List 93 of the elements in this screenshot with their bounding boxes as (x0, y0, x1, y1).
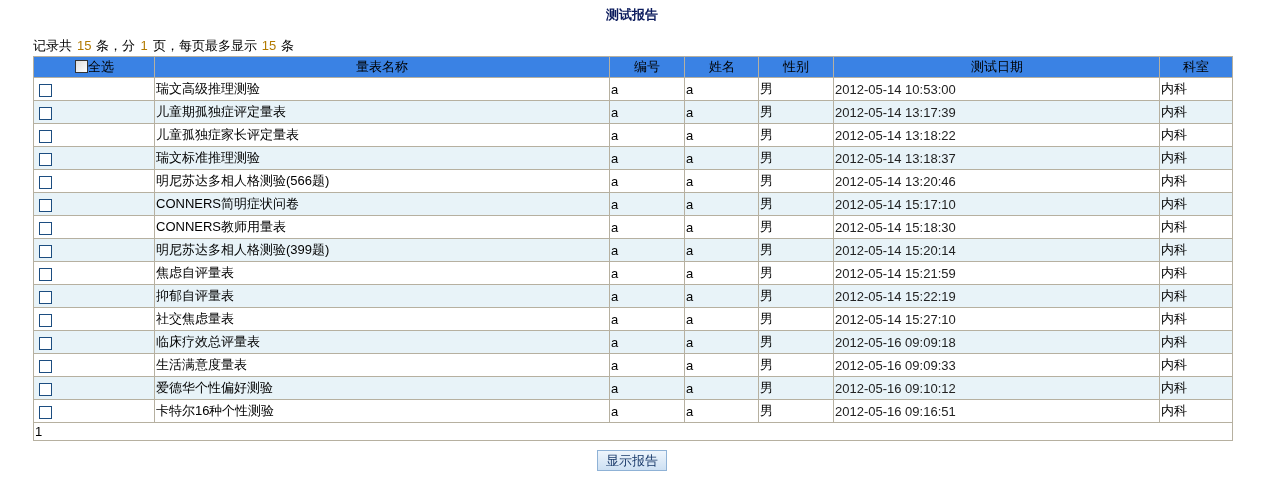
table-cell: a (609, 261, 685, 285)
page-title: 测试报告 (605, 6, 659, 24)
table-cell: 2012-05-16 09:09:18 (833, 330, 1160, 354)
checkbox[interactable] (39, 198, 52, 212)
summary-text: 页，每页最多显示 (152, 38, 257, 53)
table-cell: 2012-05-14 15:20:14 (833, 238, 1160, 262)
table-cell: 2012-05-16 09:16:51 (833, 399, 1160, 423)
table-cell: 内科 (1159, 353, 1233, 377)
record-count: 15 (77, 38, 92, 53)
table-cell: 社交焦虑量表 (154, 307, 610, 331)
table-cell: 2012-05-14 10:53:00 (833, 77, 1160, 101)
table-cell: 2012-05-14 15:21:59 (833, 261, 1160, 285)
table-cell: a (684, 169, 759, 193)
table-cell: 2012-05-14 15:22:19 (833, 284, 1160, 308)
table-cell: a (609, 169, 685, 193)
table-cell: CONNERS教师用量表 (154, 215, 610, 239)
checkbox[interactable] (39, 106, 52, 120)
column-header: 姓名 (684, 56, 759, 78)
table-cell: 男 (758, 169, 834, 193)
table-cell: a (609, 307, 685, 331)
table-cell: 男 (758, 353, 834, 377)
table-cell: a (684, 399, 759, 423)
table-cell: a (609, 353, 685, 377)
table-cell: 抑郁自评量表 (154, 284, 610, 308)
table-cell: 瑞文高级推理测验 (154, 77, 610, 101)
table-cell: 男 (758, 123, 834, 147)
table-cell: 瑞文标准推理测验 (154, 146, 610, 170)
table-cell: 男 (758, 307, 834, 331)
table-cell: a (684, 123, 759, 147)
checkbox[interactable] (39, 359, 52, 373)
checkbox[interactable] (39, 221, 52, 235)
summary-text: 条，分 (96, 38, 136, 53)
table-cell: CONNERS简明症状问卷 (154, 192, 610, 216)
table-cell: 生活满意度量表 (154, 353, 610, 377)
table-cell: a (684, 353, 759, 377)
table-cell: 内科 (1159, 307, 1233, 331)
table-cell: 男 (758, 399, 834, 423)
table-cell: 内科 (1159, 215, 1233, 239)
column-header: 测试日期 (833, 56, 1160, 78)
column-header: 量表名称 (154, 56, 610, 78)
table-cell: 明尼苏达多相人格测验(399题) (154, 238, 610, 262)
table-cell: 2012-05-14 15:18:30 (833, 215, 1160, 239)
summary-text: 条 (281, 38, 295, 53)
table-cell: 2012-05-14 13:18:37 (833, 146, 1160, 170)
table-cell: 男 (758, 261, 834, 285)
table-cell: 爱德华个性偏好测验 (154, 376, 610, 400)
table-cell: 卡特尔16种个性测验 (154, 399, 610, 423)
summary-text: 记录共 (33, 38, 72, 53)
table-cell: 2012-05-14 13:18:22 (833, 123, 1160, 147)
table-cell: a (609, 215, 685, 239)
checkbox[interactable] (39, 382, 52, 396)
table-cell: a (609, 123, 685, 147)
page-size: 15 (261, 38, 277, 53)
checkbox[interactable] (39, 175, 52, 189)
table-cell: 内科 (1159, 77, 1233, 101)
table-cell: a (684, 215, 759, 239)
table-cell: 2012-05-16 09:09:33 (833, 353, 1160, 377)
table-cell: 2012-05-16 09:10:12 (833, 376, 1160, 400)
checkbox[interactable] (39, 267, 52, 281)
show-report-button[interactable]: 显示报告 (597, 450, 667, 471)
table-cell: 儿童期孤独症评定量表 (154, 100, 610, 124)
table-cell: 临床疗效总评量表 (154, 330, 610, 354)
table-cell: 2012-05-14 15:17:10 (833, 192, 1160, 216)
table-cell: 焦虑自评量表 (154, 261, 610, 285)
table-cell: 内科 (1159, 261, 1233, 285)
page-link[interactable]: 1 (35, 424, 43, 439)
table-cell: 男 (758, 215, 834, 239)
table-cell: 2012-05-14 15:27:10 (833, 307, 1160, 331)
table-cell: a (684, 307, 759, 331)
column-header: 科室 (1159, 56, 1233, 78)
table-cell: 儿童孤独症家长评定量表 (154, 123, 610, 147)
table-cell: a (684, 261, 759, 285)
checkbox[interactable] (39, 336, 52, 350)
column-header: 性别 (758, 56, 834, 78)
table-cell: 2012-05-14 13:20:46 (833, 169, 1160, 193)
table-cell: 内科 (1159, 399, 1233, 423)
checkbox[interactable] (39, 129, 52, 143)
table-cell: a (609, 399, 685, 423)
checkbox[interactable] (39, 152, 52, 166)
checkbox[interactable] (39, 405, 52, 419)
checkbox[interactable] (39, 313, 52, 327)
table-cell: 男 (758, 77, 834, 101)
table-cell: 明尼苏达多相人格测验(566题) (154, 169, 610, 193)
table-cell: 内科 (1159, 169, 1233, 193)
checkbox[interactable] (39, 83, 52, 97)
table-cell: a (684, 77, 759, 101)
column-header: 编号 (609, 56, 685, 78)
table-cell: 2012-05-14 13:17:39 (833, 100, 1160, 124)
checkbox[interactable] (39, 290, 52, 304)
table-cell: 内科 (1159, 123, 1233, 147)
checkbox[interactable] (39, 244, 52, 258)
page-count: 1 (140, 38, 148, 53)
table-cell: a (609, 77, 685, 101)
